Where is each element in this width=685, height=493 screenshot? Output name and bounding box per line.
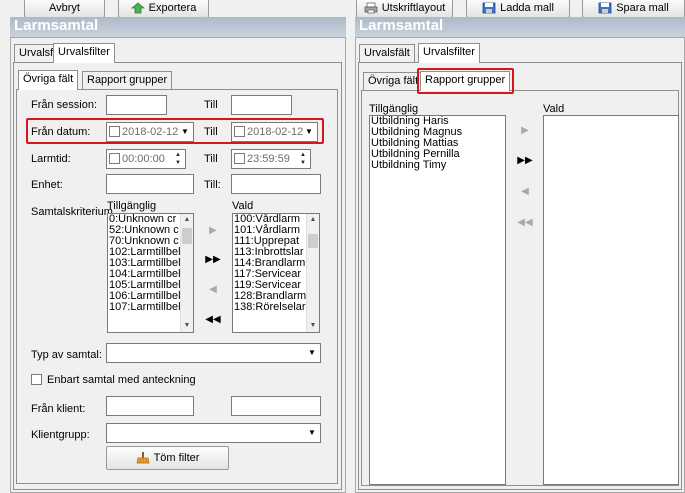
- client-group-label: Klientgrupp:: [31, 429, 90, 441]
- subtab-other-fields[interactable]: Övriga fält: [363, 72, 424, 91]
- to-time-value: 23:59:59: [247, 153, 290, 165]
- move-all-left-icon[interactable]: ◀◀: [517, 217, 533, 228]
- from-client-label: Från klient:: [31, 403, 86, 415]
- scroll-down-icon[interactable]: ▼: [307, 320, 319, 332]
- scroll-up-icon[interactable]: ▲: [307, 214, 319, 226]
- broom-icon: [136, 452, 150, 464]
- clear-filter-label: Töm filter: [153, 452, 200, 464]
- printer-icon: [364, 2, 378, 13]
- move-all-right-icon[interactable]: ▶▶: [517, 155, 533, 166]
- selected-criteria-list[interactable]: 100:Vårdlarm 101:Vårdlarm 111:Upprepat 113:…: [232, 213, 320, 333]
- load-template-button-label: Ladda mall: [500, 1, 554, 14]
- call-criteria-label: Samtalskriterium: [31, 206, 113, 218]
- from-time-checkbox[interactable]: [109, 153, 120, 164]
- selected-header: Vald: [232, 200, 254, 212]
- to-session-input[interactable]: [231, 95, 292, 115]
- available-groups-list[interactable]: Utbildning Haris Utbildning Magnus Utbildn…: [369, 115, 506, 485]
- spinner-icon[interactable]: ▲ ▼: [297, 151, 309, 167]
- cancel-button-label: Avbryt: [49, 1, 80, 14]
- spinner-icon[interactable]: ▲ ▼: [172, 151, 184, 167]
- from-session-input[interactable]: [106, 95, 167, 115]
- available-header: Tillgänglig: [369, 103, 419, 115]
- scrollbar[interactable]: ▲ ▼: [306, 214, 319, 332]
- move-left-icon[interactable]: ◀: [205, 284, 221, 295]
- date-row-highlight: [26, 118, 324, 144]
- tab-selection-fields[interactable]: Urvalsfält: [359, 44, 415, 63]
- export-button[interactable]: Exportera: [118, 0, 209, 18]
- unit-label: Enhet:: [31, 179, 63, 191]
- tab-label: Urvalsfilter: [423, 46, 475, 58]
- to-time-label: Till: [204, 153, 218, 165]
- only-with-note-label: Enbart samtal med anteckning: [47, 374, 196, 386]
- load-template-button[interactable]: Ladda mall: [466, 0, 570, 18]
- scroll-thumb[interactable]: [308, 234, 318, 248]
- from-session-label: Från session:: [31, 99, 98, 111]
- selected-groups-list[interactable]: [543, 115, 679, 485]
- save-disk-icon: [598, 2, 612, 13]
- subtab-label: Övriga fält: [23, 73, 74, 85]
- tab-label: Urvalsfält: [364, 47, 410, 59]
- save-template-button[interactable]: Spara mall: [582, 0, 685, 18]
- from-time-picker[interactable]: 00:00:00 ▲ ▼: [106, 149, 186, 169]
- selected-header: Vald: [543, 103, 565, 115]
- alarm-time-label: Larmtid:: [31, 153, 71, 165]
- scrollbar[interactable]: ▲ ▼: [180, 214, 193, 332]
- unit-input[interactable]: [106, 174, 194, 194]
- only-with-note-checkbox[interactable]: Enbart samtal med anteckning: [31, 374, 196, 386]
- move-right-icon[interactable]: ▶: [205, 225, 221, 236]
- scroll-down-icon[interactable]: ▼: [181, 320, 193, 332]
- checkbox-box[interactable]: [31, 374, 42, 385]
- to-session-label: Till: [204, 99, 218, 111]
- from-time-value: 00:00:00: [122, 153, 165, 165]
- subtab-report-groups[interactable]: Rapport grupper: [82, 71, 173, 90]
- to-client-input[interactable]: [231, 396, 321, 416]
- save-disk-icon: [482, 2, 496, 13]
- export-icon: [130, 1, 145, 13]
- available-criteria-list[interactable]: 0:Unknown cr 52:Unknown c 70:Unknown c 102:…: [107, 213, 194, 333]
- right-panel-header: Larmsamtal: [355, 17, 685, 37]
- to-unit-label: Till:: [204, 179, 221, 191]
- cancel-button[interactable]: Avbryt: [24, 0, 105, 18]
- left-panel-header: Larmsamtal: [10, 17, 346, 37]
- right-panel-title: Larmsamtal: [359, 17, 444, 34]
- move-all-right-icon[interactable]: ▶▶: [205, 254, 221, 265]
- subtab-label: Rapport grupper: [87, 74, 168, 86]
- scroll-up-icon[interactable]: ▲: [181, 214, 193, 226]
- chevron-down-icon[interactable]: ▼: [305, 345, 319, 361]
- list-item[interactable]: Utbildning Timy: [370, 160, 505, 171]
- export-button-label: Exportera: [148, 1, 197, 14]
- tab-selection-filter[interactable]: Urvalsfilter: [418, 43, 480, 63]
- move-right-icon[interactable]: ▶: [517, 125, 533, 136]
- print-layout-button[interactable]: Utskriftlayout: [356, 0, 453, 18]
- chevron-down-icon[interactable]: ▼: [305, 425, 319, 441]
- call-type-select[interactable]: ▼: [106, 343, 321, 363]
- clear-filter-button[interactable]: Töm filter: [106, 446, 229, 470]
- tab-selection-filter[interactable]: Urvalsfilter: [53, 43, 115, 63]
- call-type-label: Typ av samtal:: [31, 349, 102, 361]
- to-time-picker[interactable]: 23:59:59 ▲ ▼: [231, 149, 311, 169]
- client-group-select[interactable]: ▼: [106, 423, 321, 443]
- move-left-icon[interactable]: ◀: [517, 186, 533, 197]
- subtab-other-fields[interactable]: Övriga fält: [18, 70, 79, 90]
- subtab-report-groups[interactable]: Rapport grupper: [420, 71, 511, 91]
- subtab-label: Rapport grupper: [425, 74, 506, 86]
- left-panel-title: Larmsamtal: [14, 17, 99, 34]
- save-template-button-label: Spara mall: [616, 1, 669, 14]
- from-client-input[interactable]: [106, 396, 194, 416]
- tab-label: Urvalsfilter: [58, 46, 110, 58]
- move-all-left-icon[interactable]: ◀◀: [205, 314, 221, 325]
- scroll-thumb[interactable]: [182, 228, 192, 244]
- to-unit-input[interactable]: [231, 174, 321, 194]
- subtab-label: Övriga fält: [368, 75, 419, 87]
- to-time-checkbox[interactable]: [234, 153, 245, 164]
- print-layout-button-label: Utskriftlayout: [381, 1, 446, 14]
- available-header: Tillgänglig: [107, 200, 157, 212]
